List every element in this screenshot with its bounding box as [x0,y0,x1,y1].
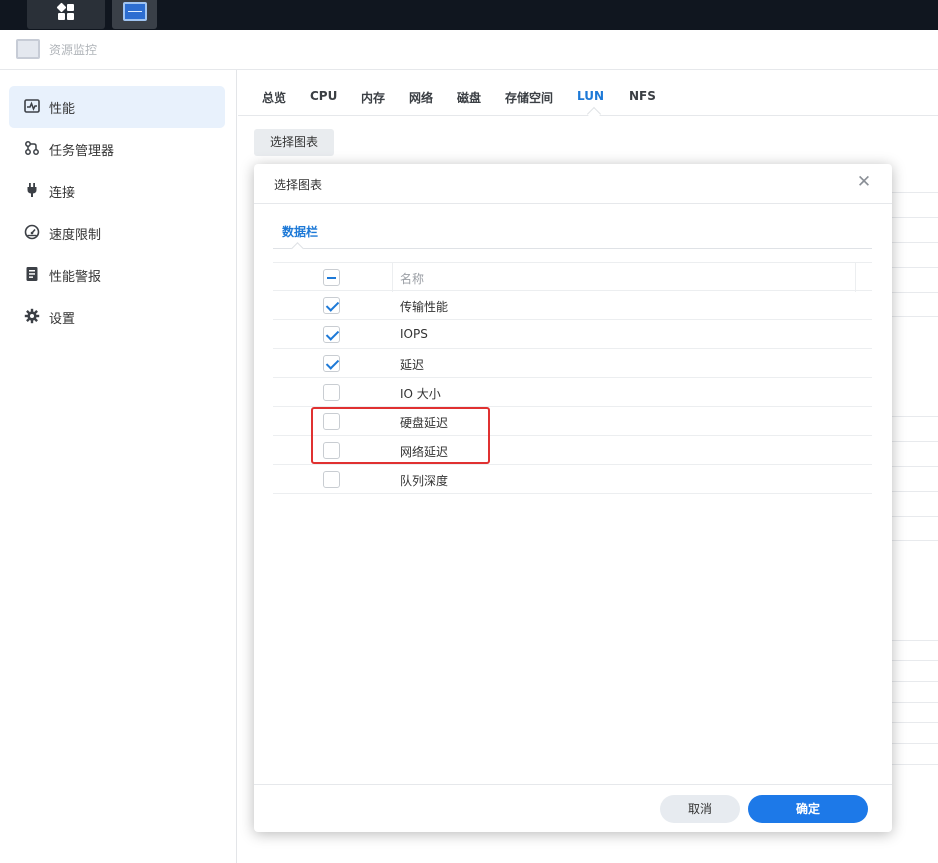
checkbox[interactable] [323,326,340,343]
dialog-title: 选择图表 [274,178,323,192]
tab-overview[interactable]: 总览 [262,89,286,106]
list-header-row: 名称 [273,262,872,292]
list-item-label: 队列深度 [400,474,449,488]
sidebar-item-label: 设置 [49,312,76,327]
ok-button[interactable]: 确定 [748,795,868,823]
background-table-line [892,722,938,723]
background-table-line [892,681,938,682]
app-launcher-button[interactable] [27,0,105,29]
checkbox[interactable] [323,471,340,488]
column-header-name: 名称 [400,272,425,286]
tab-network[interactable]: 网络 [409,89,433,106]
background-table-line [892,242,938,243]
select-chart-dialog: 选择图表 ✕ 数据栏 名称 传输性能 IOPS 延迟 IO 大小 硬盘延迟 网络… [254,164,892,832]
resource-monitor-icon [16,39,40,59]
select-all-checkbox[interactable] [323,269,340,286]
select-chart-button[interactable]: 选择图表 [254,129,334,156]
list-item[interactable]: 传输性能 [273,291,872,320]
highlight-box [311,407,490,464]
tab-memory[interactable]: 内存 [361,89,385,106]
list-item-label: IO 大小 [400,387,441,401]
tab-nfs[interactable]: NFS [629,89,656,103]
alert-list-icon [24,266,40,282]
task-manager-icon [24,140,40,156]
tab-bar: 总览 CPU 内存 网络 磁盘 存储空间 LUN NFS [238,70,938,122]
background-table-line [892,764,938,765]
sidebar-item-label: 性能 [49,102,76,117]
speedometer-icon [24,224,40,240]
background-table-line [892,640,938,641]
background-table-line [892,192,938,193]
sidebar: 性能 任务管理器 连接 速度限制 性能警报 设置 [0,70,237,863]
background-table-line [892,743,938,744]
sidebar-item-settings[interactable]: 设置 [9,296,225,338]
background-table-line [892,292,938,293]
list-item[interactable]: 延迟 [273,349,872,378]
performance-icon [24,98,40,114]
sidebar-item-label: 性能警报 [49,270,102,285]
resource-monitor-taskbar-button[interactable] [112,0,157,29]
column-divider [855,263,856,292]
background-table-line [892,267,938,268]
resource-monitor-icon [123,2,147,21]
sidebar-item-label: 任务管理器 [49,144,115,159]
list-item[interactable]: IOPS [273,320,872,349]
window-title: 资源监控 [49,43,98,57]
active-tab-indicator [586,106,602,122]
background-table-line [892,660,938,661]
tab-data-columns[interactable]: 数据栏 [282,223,318,240]
checkbox[interactable] [323,355,340,372]
background-table-line [892,466,938,467]
sidebar-item-label: 速度限制 [49,228,102,243]
sidebar-item-label: 连接 [49,186,76,201]
background-table-line [892,316,938,317]
tab-cpu[interactable]: CPU [310,89,337,103]
divider [273,248,872,249]
list-item-label: 传输性能 [400,300,449,314]
tab-disk[interactable]: 磁盘 [457,89,481,106]
tab-lun[interactable]: LUN [577,89,604,103]
background-table-line [892,416,938,417]
close-icon[interactable]: ✕ [854,172,874,192]
background-table-line [892,540,938,541]
background-table-line [892,217,938,218]
active-tab-indicator [291,242,304,255]
background-table-line [892,491,938,492]
background-table-line [892,441,938,442]
background-table-line [892,702,938,703]
cancel-button[interactable]: 取消 [660,795,740,823]
apps-grid-icon [56,2,75,21]
sidebar-item-performance[interactable]: 性能 [9,86,225,128]
column-divider [392,263,393,292]
list-item[interactable]: 队列深度 [273,465,872,494]
checkbox[interactable] [323,384,340,401]
list-item-label: IOPS [400,327,428,341]
checkbox[interactable] [323,297,340,314]
divider [254,784,892,785]
list-item[interactable]: IO 大小 [273,378,872,407]
sidebar-item-task-manager[interactable]: 任务管理器 [9,128,225,170]
tab-storage[interactable]: 存储空间 [505,89,553,106]
plug-icon [24,182,40,198]
taskbar [0,0,938,30]
background-table-line [892,516,938,517]
window-titlebar: 资源监控 [0,30,938,70]
gear-icon [24,308,40,324]
divider [254,203,892,204]
list-item-label: 延迟 [400,358,425,372]
sidebar-item-speed-limit[interactable]: 速度限制 [9,212,225,254]
sidebar-item-performance-alerts[interactable]: 性能警报 [9,254,225,296]
sidebar-item-connections[interactable]: 连接 [9,170,225,212]
